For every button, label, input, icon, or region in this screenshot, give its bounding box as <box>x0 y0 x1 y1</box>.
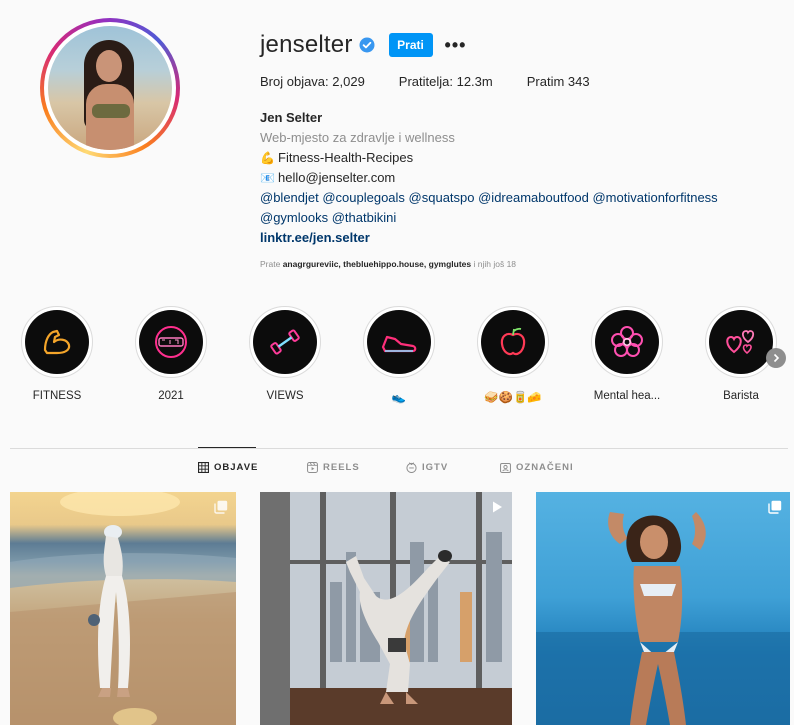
highlight-mental-health[interactable]: Mental hea... <box>577 306 677 406</box>
highlight-views[interactable]: VIEWS <box>235 306 335 406</box>
more-options-icon[interactable]: ••• <box>445 36 467 54</box>
profile-stats: Broj objava: 2,029 Pratitelja: 12.3m Pra… <box>260 74 624 89</box>
sneaker-neon-icon <box>381 335 417 353</box>
flexed-arm-icon: 💪 <box>260 151 275 165</box>
username-row: jenselter Prati ••• <box>260 30 466 60</box>
bikini-ocean-photo <box>536 512 790 725</box>
video-icon <box>493 501 502 513</box>
tab-posts[interactable]: OBJAVE <box>198 462 258 473</box>
full-name: Jen Selter <box>260 110 323 125</box>
hearts-neon-icon <box>726 330 755 355</box>
highlight-2021[interactable]: 2021 <box>121 306 221 406</box>
bio-line-fitness: 💪 Fitness-Health-Recipes <box>260 148 718 168</box>
multi-photo-icon <box>768 500 782 514</box>
tab-tagged[interactable]: OZNAČENI <box>500 462 574 473</box>
active-tab-indicator <box>198 447 256 448</box>
highlight-sneaker[interactable]: 👟 <box>349 306 449 406</box>
post-thumbnail-beach[interactable] <box>10 492 236 725</box>
tab-reels[interactable]: REELS <box>307 462 360 473</box>
tab-igtv[interactable]: IGTV <box>406 462 448 473</box>
bio-mentions-2[interactable]: @gymlooks @thatbikini <box>260 208 718 228</box>
story-highlights: FITNESS 2021 VIEWS 👟 🥪🍪🥫🧀 Mental hea... … <box>0 306 794 416</box>
highlights-next-button[interactable] <box>766 348 786 368</box>
posts-count: Broj objava: 2,029 <box>260 74 365 89</box>
highlight-fitness[interactable]: FITNESS <box>7 306 107 406</box>
highlight-food[interactable]: 🥪🍪🥫🧀 <box>463 306 563 406</box>
category-label: Web-mjesto za zdravlje i wellness <box>260 130 455 145</box>
followed-by[interactable]: Prate anagrgureviic, thebluehippo.house,… <box>260 259 516 269</box>
avatar-photo <box>48 26 172 150</box>
post-thumbnail-bikini[interactable] <box>536 492 790 725</box>
igtv-icon <box>406 462 417 473</box>
verified-badge-icon <box>359 37 375 53</box>
tagged-icon <box>500 462 511 473</box>
chevron-right-icon <box>773 353 780 363</box>
reels-icon <box>307 462 318 473</box>
bio-mentions[interactable]: @blendjet @couplegoals @squatspo @idream… <box>260 188 718 208</box>
tabs-divider <box>10 448 788 449</box>
external-link[interactable]: linktr.ee/jen.selter <box>260 228 718 248</box>
profile-avatar[interactable] <box>40 18 180 158</box>
profile-tabs: OBJAVE REELS IGTV OZNAČENI <box>0 462 794 482</box>
neon-2021-badge-icon <box>155 326 187 358</box>
bio-line-email: 📧 hello@jenselter.com <box>260 168 718 188</box>
profile-bio: Jen Selter Web-mjesto za zdravlje i well… <box>260 108 718 248</box>
username: jenselter <box>260 31 353 58</box>
flower-neon-icon <box>611 326 643 357</box>
beach-woman-photo <box>10 492 236 725</box>
apple-neon-icon <box>500 327 526 356</box>
envelope-icon: 📧 <box>260 171 275 185</box>
followers-count[interactable]: Pratitelja: 12.3m <box>399 74 493 89</box>
following-count[interactable]: Pratim 343 <box>527 74 590 89</box>
flexed-arm-neon-icon <box>43 329 71 355</box>
grid-icon <box>198 462 209 473</box>
handstand-city-photo <box>260 492 512 725</box>
post-thumbnail-handstand[interactable] <box>260 492 512 725</box>
follow-button[interactable]: Prati <box>388 33 433 57</box>
dumbbell-neon-icon <box>270 329 300 355</box>
